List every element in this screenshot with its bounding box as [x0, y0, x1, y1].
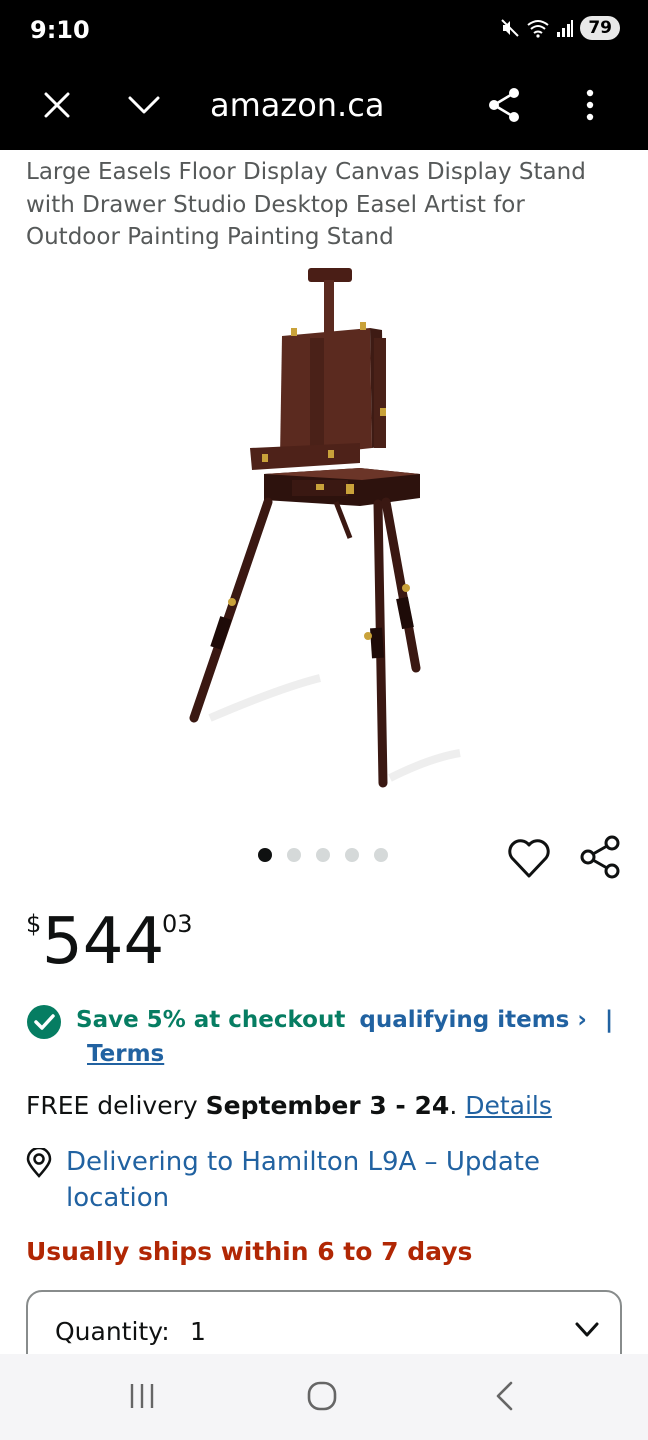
status-icons: 79: [500, 16, 620, 40]
signal-icon: [557, 20, 574, 37]
check-circle-icon: [27, 1005, 61, 1039]
quantity-select[interactable]: Quantity: 1: [26, 1290, 622, 1354]
delivery-prefix: FREE delivery: [26, 1091, 206, 1120]
shipping-availability: Usually ships within 6 to 7 days: [26, 1237, 473, 1266]
chevron-down-icon: [575, 1322, 599, 1337]
status-time: 9:10: [30, 16, 90, 44]
price-fraction: 03: [162, 910, 193, 938]
system-nav-bar: [0, 1354, 648, 1440]
terms-link[interactable]: Terms: [87, 1036, 164, 1072]
product-title[interactable]: Large Easels Floor Display Canvas Displa…: [26, 156, 606, 254]
qualifying-items-link[interactable]: qualifying items ›: [359, 1007, 586, 1033]
recent-apps-button[interactable]: [122, 1376, 162, 1416]
product-page: Large Easels Floor Display Canvas Displa…: [0, 150, 648, 1354]
carousel-dot[interactable]: [258, 848, 272, 862]
carousel-dot[interactable]: [287, 848, 301, 862]
back-button[interactable]: [484, 1376, 524, 1416]
close-tab-button[interactable]: [30, 78, 84, 132]
quantity-value: 1: [190, 1317, 206, 1346]
share-icon: [580, 835, 620, 879]
heart-icon: [508, 839, 550, 878]
close-icon: [44, 92, 70, 118]
recent-apps-icon: [130, 1384, 154, 1408]
share-icon: [489, 88, 519, 122]
back-icon: [496, 1381, 513, 1411]
add-to-list-button[interactable]: [506, 836, 552, 882]
more-options-button[interactable]: [563, 78, 617, 132]
url-bar[interactable]: amazon.ca: [210, 78, 384, 132]
carousel-dot[interactable]: [345, 848, 359, 862]
share-product-button[interactable]: [578, 834, 624, 880]
mute-icon: [501, 19, 520, 37]
quantity-label: Quantity:: [55, 1317, 170, 1346]
location-pin-icon: [26, 1148, 52, 1178]
status-bar: 9:10 79: [0, 0, 648, 60]
coupon-separator: |: [604, 1007, 614, 1033]
carousel-dot[interactable]: [374, 848, 388, 862]
price-whole: 544: [42, 905, 165, 979]
delivery-suffix: .: [449, 1091, 466, 1120]
easel-image: [189, 268, 461, 788]
price-currency: $: [26, 910, 42, 938]
coupon-text: Save 5% at checkout qualifying items › |: [76, 1002, 613, 1038]
more-icon: [586, 89, 594, 121]
product-image[interactable]: [150, 258, 490, 788]
delivery-details-link[interactable]: Details: [465, 1091, 552, 1120]
coupon-save-text: Save 5% at checkout: [76, 1007, 346, 1033]
image-carousel-dots[interactable]: [258, 848, 388, 862]
home-icon: [307, 1381, 337, 1411]
delivery-dates: September 3 - 24: [205, 1091, 450, 1120]
battery-level: 79: [580, 16, 620, 40]
chevron-down-icon: [128, 96, 160, 114]
delivery-info: FREE delivery September 3 - 24. Details: [26, 1088, 552, 1124]
carousel-dot[interactable]: [316, 848, 330, 862]
share-page-button[interactable]: [477, 78, 531, 132]
location-text[interactable]: Delivering to Hamilton L9A – Update loca…: [66, 1144, 586, 1216]
home-button[interactable]: [302, 1376, 342, 1416]
wifi-icon: [527, 20, 549, 38]
minimize-button[interactable]: [117, 78, 171, 132]
browser-toolbar: amazon.ca: [0, 60, 648, 150]
